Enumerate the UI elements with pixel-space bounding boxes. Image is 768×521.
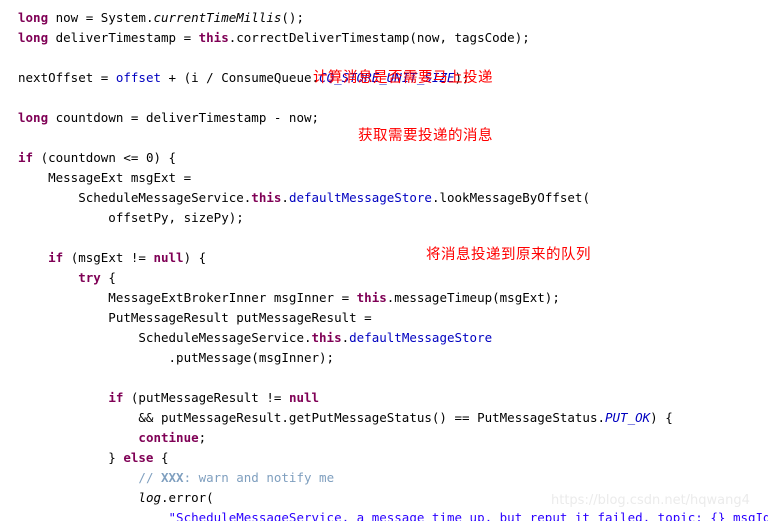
code-line: && putMessageResult.getPutMessageStatus(… bbox=[18, 410, 673, 425]
code-line: try { bbox=[78, 270, 116, 285]
annotation-fetch-message: 获取需要投递的消息 bbox=[358, 128, 493, 144]
code-line: long countdown = deliverTimestamp - now; bbox=[18, 110, 320, 125]
code-line: if (msgExt != null) { bbox=[48, 250, 207, 265]
annotation-calc-deliver: 计算消息是否需要马上投递 bbox=[313, 70, 493, 86]
annotation-reput-queue: 将消息投递到原来的队列 bbox=[426, 247, 591, 263]
code-line: MessageExt msgExt = bbox=[18, 170, 192, 185]
code-line: if (putMessageResult != null bbox=[108, 390, 320, 405]
code-line: "ScheduleMessageService, a message time … bbox=[168, 510, 768, 521]
code-line: MessageExtBrokerInner msgInner = this.me… bbox=[18, 290, 560, 305]
code-line: } else { bbox=[18, 450, 169, 465]
code-line: // XXX: warn and notify me bbox=[138, 470, 335, 485]
code-line: offsetPy, sizePy); bbox=[18, 210, 244, 225]
code-line: PutMessageResult putMessageResult = bbox=[18, 310, 372, 325]
code-line: continue; bbox=[138, 430, 207, 445]
code-line: .putMessage(msgInner); bbox=[18, 350, 335, 365]
code-line: ScheduleMessageService.this.defaultMessa… bbox=[18, 190, 590, 205]
code-line: long now = System.currentTimeMillis(); bbox=[18, 10, 304, 25]
code-line: ScheduleMessageService.this.defaultMessa… bbox=[18, 330, 493, 345]
code-line: if (countdown <= 0) { bbox=[18, 150, 177, 165]
watermark-url: https://blog.csdn.net/hqwang4 bbox=[551, 493, 750, 508]
code-screenshot-viewport: long now = System.currentTimeMillis(); lo… bbox=[0, 0, 768, 521]
code-line: long deliverTimestamp = this.correctDeli… bbox=[18, 30, 530, 45]
